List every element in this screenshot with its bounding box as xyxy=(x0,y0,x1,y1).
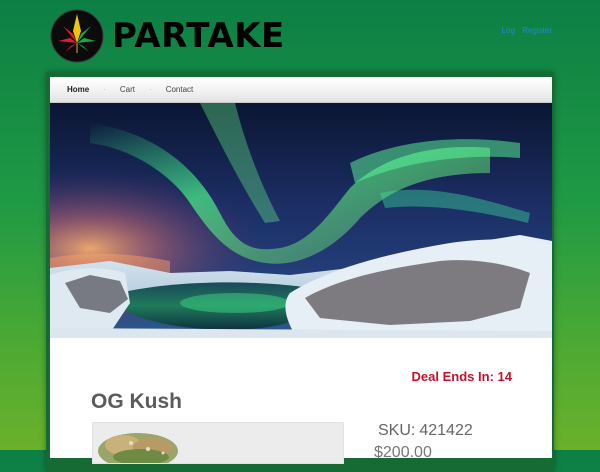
deal-label: Deal Ends In: xyxy=(411,369,494,384)
nav-home[interactable]: Home xyxy=(53,85,103,94)
logo-link[interactable]: PARTAKE xyxy=(50,9,285,63)
deal-value: 14 xyxy=(497,369,512,384)
login-link[interactable]: Log xyxy=(502,26,515,35)
brand-name: PARTAKE xyxy=(112,16,285,56)
account-links: Log Register xyxy=(497,26,552,35)
aurora-banner-image xyxy=(50,103,552,338)
product-sku: SKU: 421422 xyxy=(374,422,473,440)
product-section: Deal Ends In: 14 OG Kush SKU: 421422 $200… xyxy=(50,338,552,464)
nav-cart[interactable]: Cart xyxy=(106,85,149,94)
nav-contact[interactable]: Contact xyxy=(152,85,208,94)
site-header: PARTAKE Log Register xyxy=(0,0,600,70)
deal-countdown: Deal Ends In: 14 xyxy=(412,369,512,384)
product-title: OG Kush xyxy=(91,390,183,413)
main-nav: Home · Cart · Contact xyxy=(50,77,552,103)
register-link[interactable]: Register xyxy=(522,26,552,35)
og-kush-bud-image xyxy=(93,423,343,463)
product-image[interactable] xyxy=(92,422,344,464)
hero-banner xyxy=(50,103,552,338)
cannabis-leaf-icon xyxy=(50,9,104,63)
sku-label: SKU: xyxy=(378,422,416,439)
product-price: $200.00 xyxy=(374,444,432,461)
sku-value: 421422 xyxy=(419,422,473,439)
